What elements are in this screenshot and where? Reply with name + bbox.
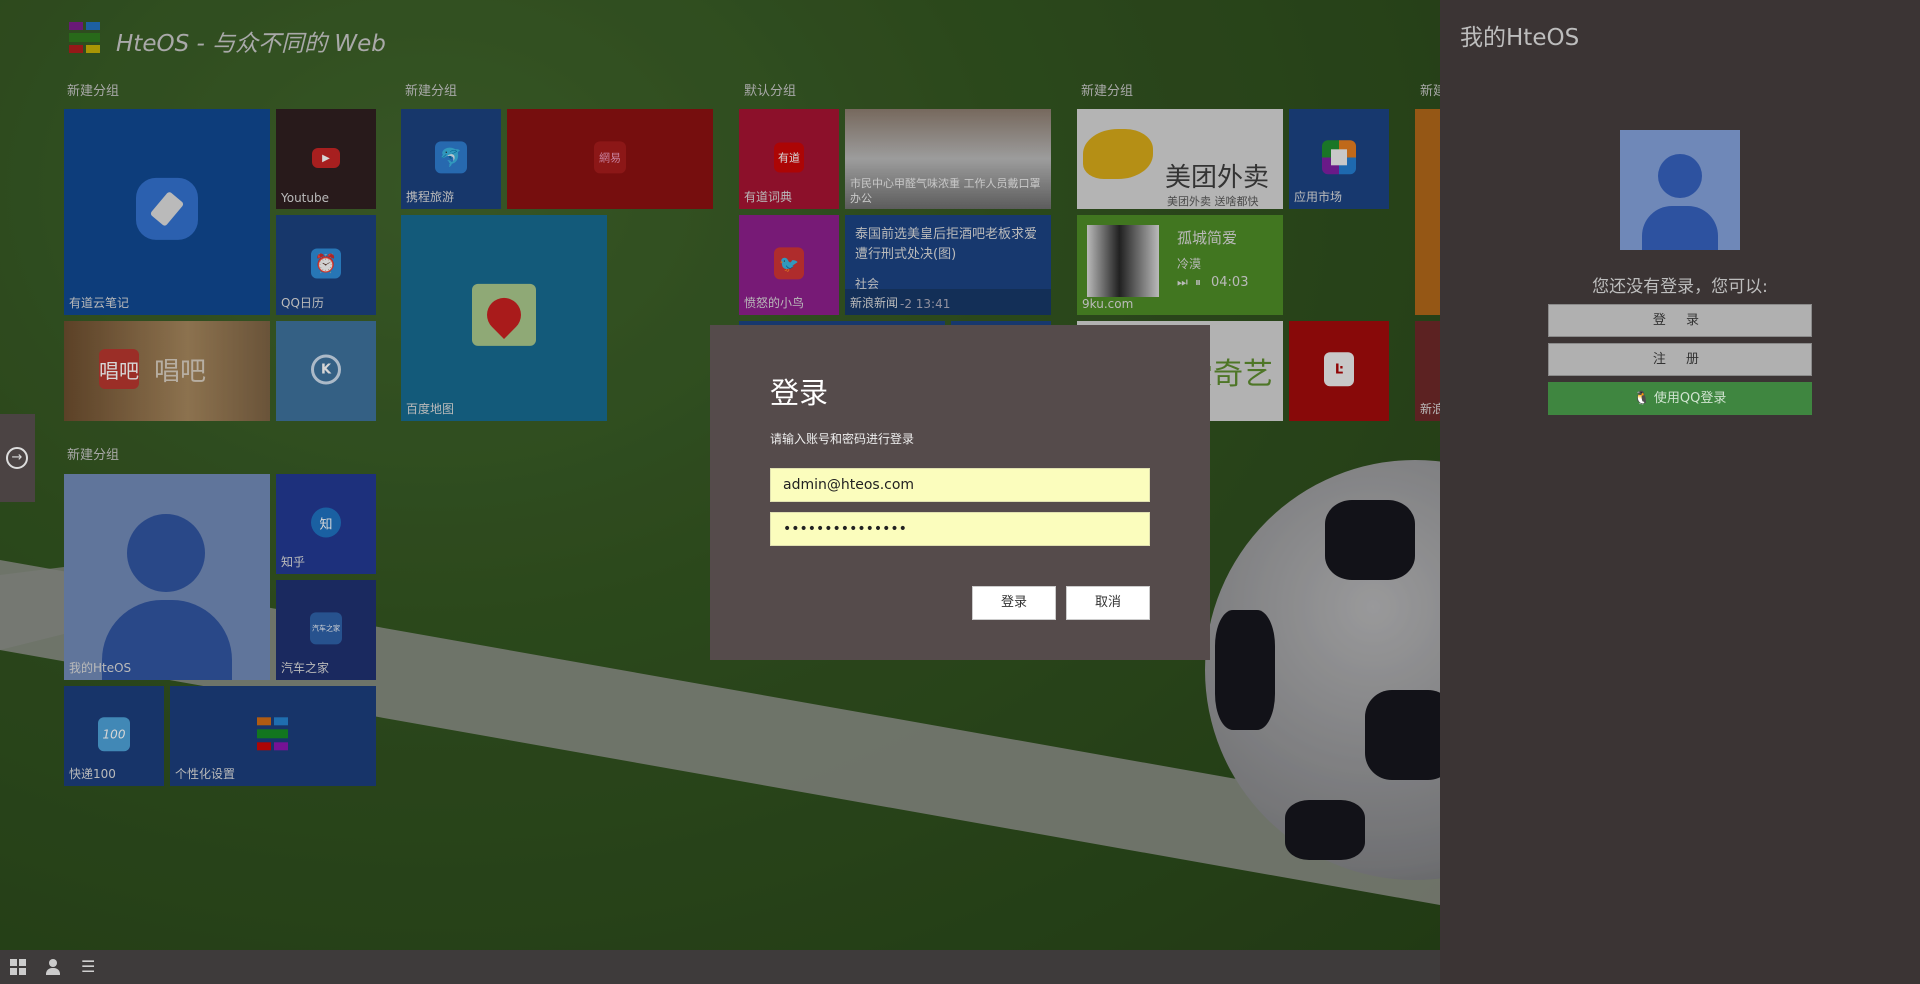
my-hteos-panel: 我的HteOS 您还没有登录，您可以: 登 录 注 册 🐧 使用QQ登录 (1440, 0, 1920, 984)
qq-login-button[interactable]: 🐧 使用QQ登录 (1548, 382, 1812, 415)
avatar (1620, 130, 1740, 250)
panel-login-button[interactable]: 登 录 (1548, 304, 1812, 337)
start-grid-icon[interactable] (10, 959, 26, 975)
dialog-title: 登录 (770, 376, 829, 410)
password-input[interactable] (770, 512, 1150, 546)
username-input[interactable] (770, 468, 1150, 502)
arrow-right-circle-icon: → (6, 447, 28, 469)
panel-title: 我的HteOS (1460, 25, 1580, 51)
login-prompt: 您还没有登录，您可以: (1592, 277, 1768, 297)
cancel-button[interactable]: 取消 (1066, 586, 1150, 620)
register-button[interactable]: 注 册 (1548, 343, 1812, 376)
list-icon[interactable]: ☰ (81, 959, 97, 975)
dialog-subtitle: 请输入账号和密码进行登录 (770, 432, 915, 446)
login-button[interactable]: 登录 (972, 586, 1056, 620)
login-dialog: 登录 请输入账号和密码进行登录 登录 取消 (710, 325, 1210, 660)
expand-sidebar-button[interactable]: → (0, 414, 35, 502)
user-icon[interactable] (45, 959, 61, 975)
qq-login-label: 使用QQ登录 (1653, 391, 1727, 406)
qq-penguin-icon: 🐧 (1633, 391, 1650, 406)
taskbar: ☰ (0, 950, 1440, 984)
